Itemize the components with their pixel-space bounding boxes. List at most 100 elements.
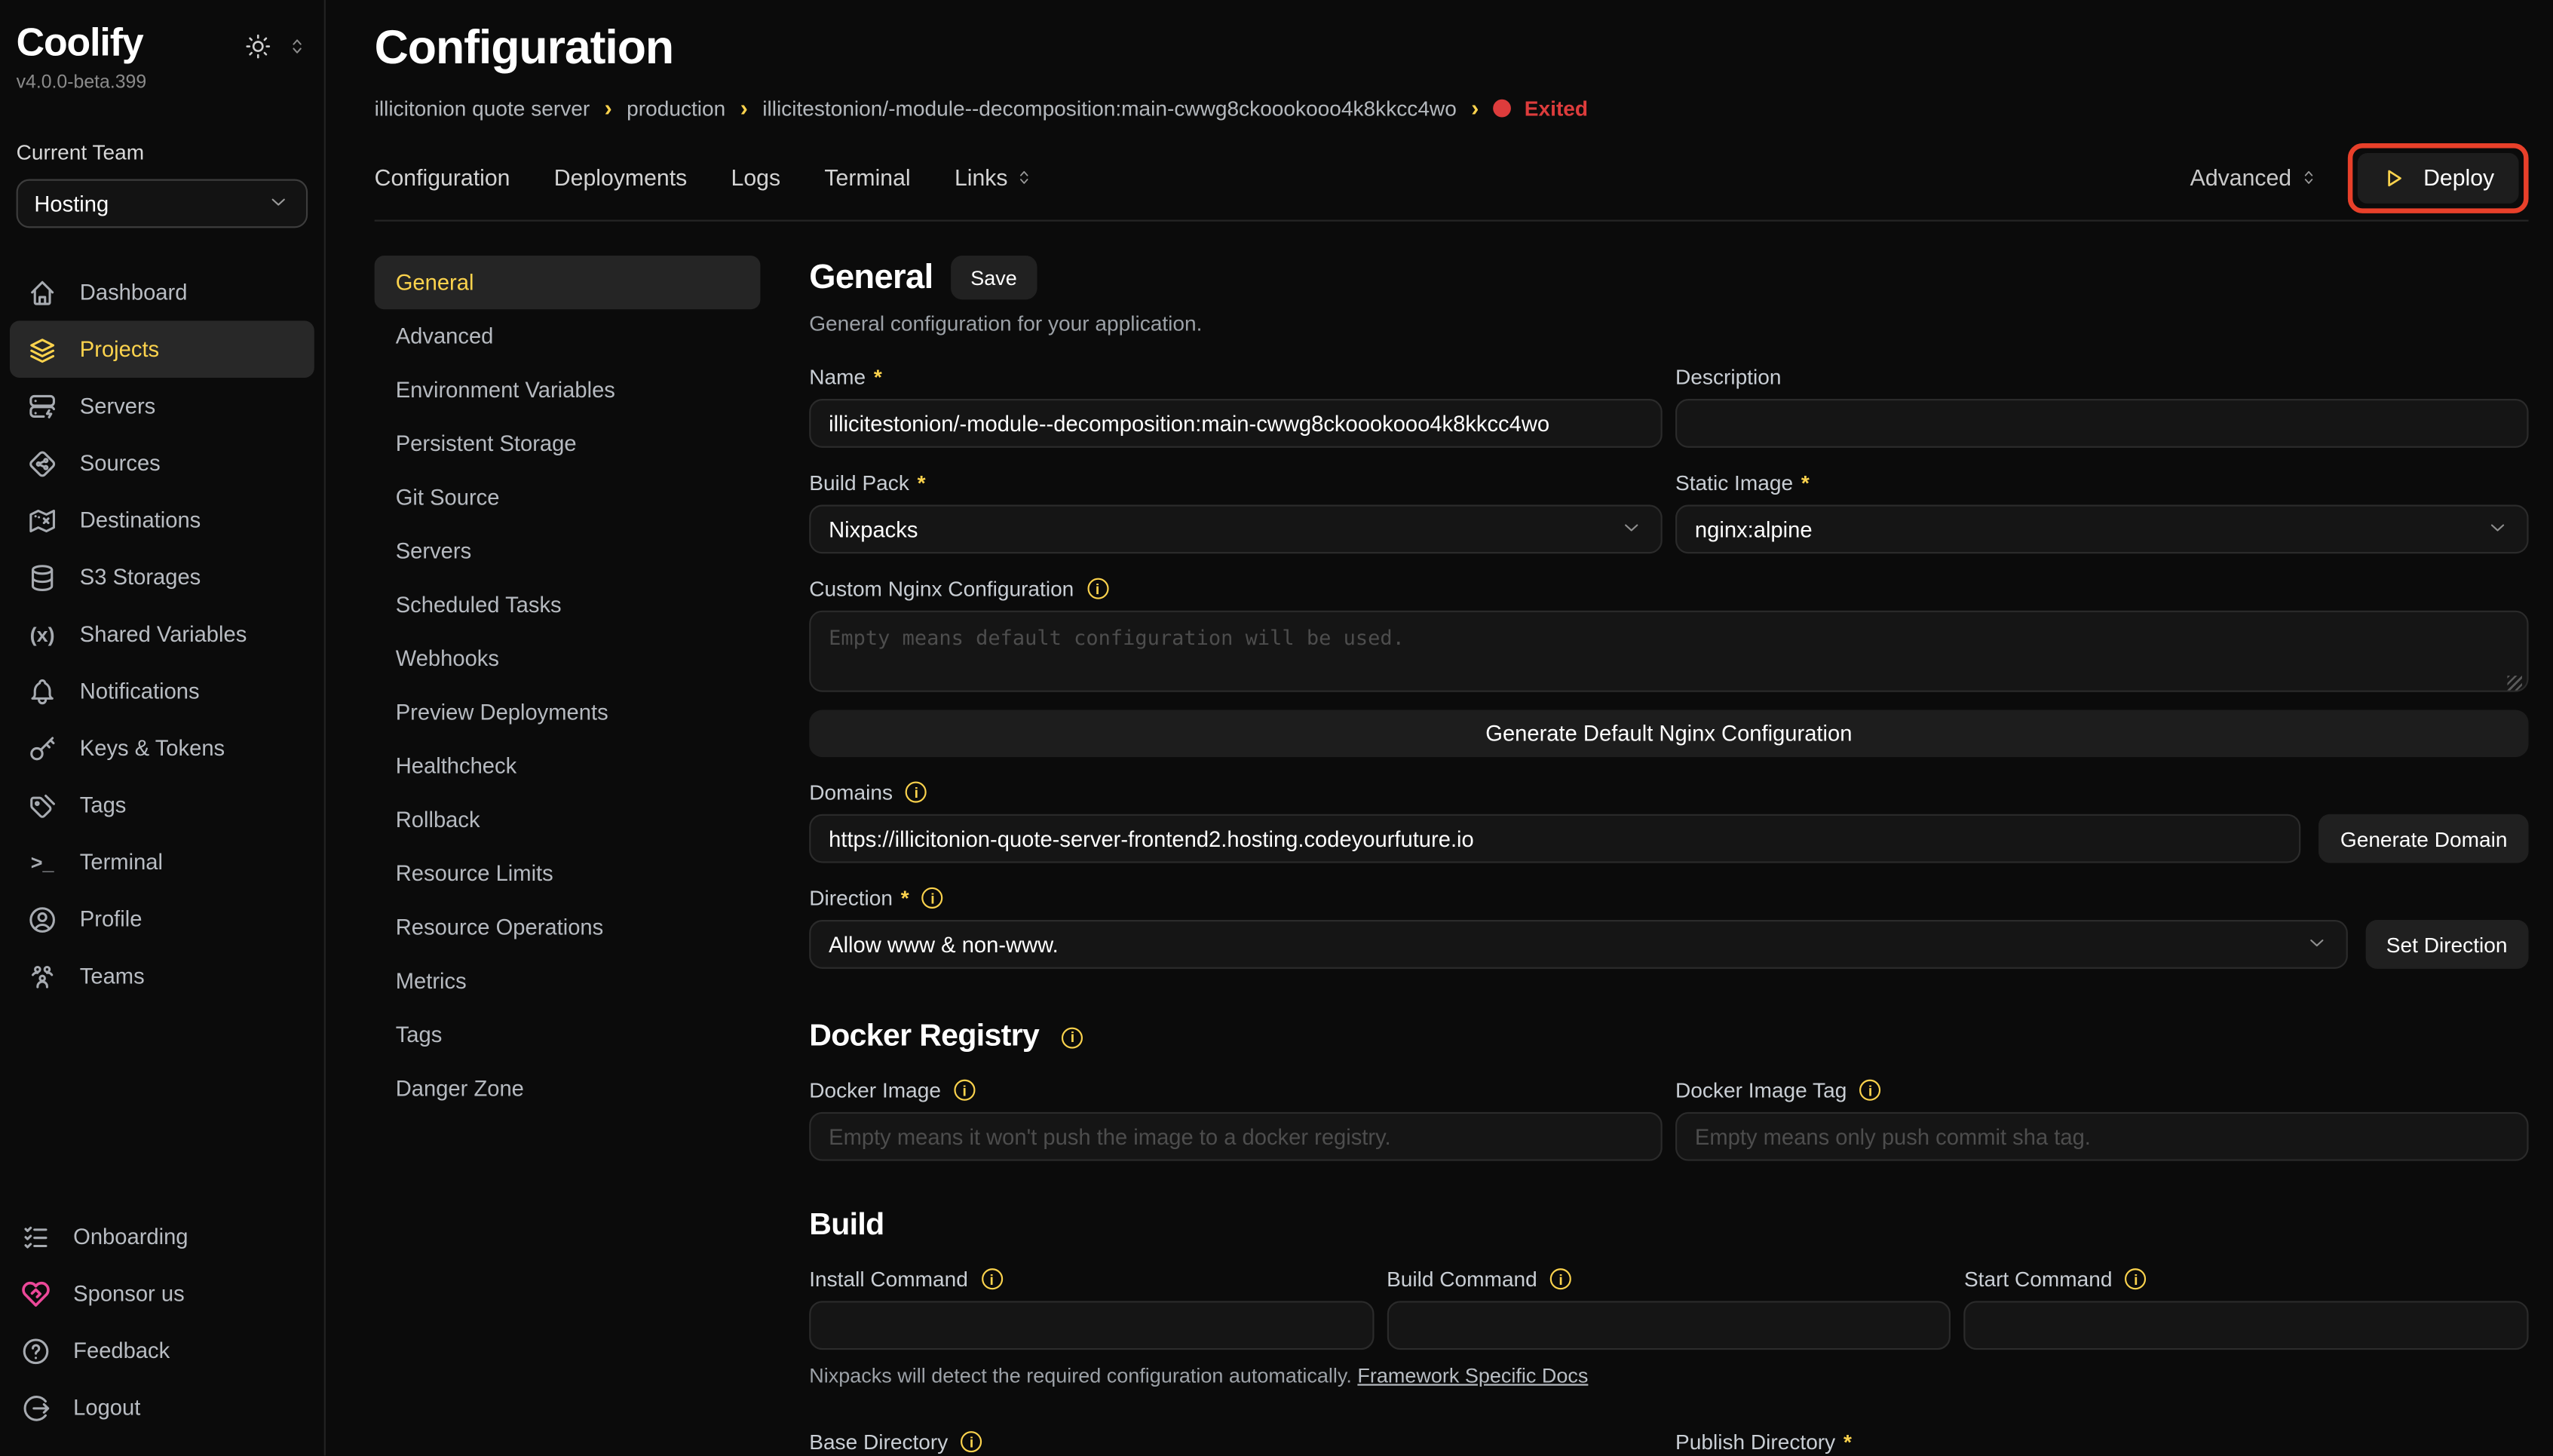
sidebar-item-servers[interactable]: Servers — [10, 378, 314, 435]
submenu-item-resource-limits[interactable]: Resource Limits — [375, 847, 761, 900]
build-pack-select[interactable]: Nixpacks — [809, 504, 1663, 553]
sidebar-item-destinations[interactable]: Destinations — [10, 492, 314, 549]
tab-logs[interactable]: Logs — [731, 164, 781, 191]
build-command-input[interactable] — [1387, 1301, 1951, 1350]
theme-sun-icon[interactable] — [244, 32, 272, 69]
tab-deployments[interactable]: Deployments — [554, 164, 687, 191]
page-title: Configuration — [375, 23, 2529, 76]
start-command-label: Start Command i — [1964, 1267, 2529, 1291]
info-icon: i — [1062, 1027, 1083, 1048]
name-input[interactable] — [809, 399, 1663, 448]
base-directory-label: Base Directory i — [809, 1430, 1663, 1454]
current-team-label: Current Team — [17, 140, 308, 164]
advanced-dropdown[interactable]: Advanced — [2190, 164, 2319, 191]
submenu-item-rollback[interactable]: Rollback — [375, 793, 761, 847]
user-circle-icon — [26, 903, 59, 935]
status-dot-icon — [1494, 99, 1512, 117]
direction-select[interactable]: Allow www & non-www. — [809, 920, 2347, 969]
sidebar-item-terminal[interactable]: >_ Terminal — [10, 834, 314, 891]
set-direction-button[interactable]: Set Direction — [2365, 920, 2529, 969]
submenu-item-persistent-storage[interactable]: Persistent Storage — [375, 417, 761, 471]
terminal-icon: >_ — [26, 851, 59, 873]
submenu-item-webhooks[interactable]: Webhooks — [375, 632, 761, 685]
chevron-right-icon: › — [740, 94, 748, 121]
submenu-item-advanced[interactable]: Advanced — [375, 309, 761, 363]
docker-image-input[interactable] — [809, 1112, 1663, 1161]
domains-label: Domains i — [809, 780, 2528, 804]
breadcrumb-project[interactable]: illicitonion quote server — [375, 95, 590, 119]
direction-label: Direction* i — [809, 886, 2528, 910]
sidebar-item-sponsor-us[interactable]: Sponsor us — [3, 1265, 320, 1323]
framework-docs-link[interactable]: Framework Specific Docs — [1357, 1365, 1588, 1387]
description-input[interactable] — [1675, 399, 2529, 448]
sidebar-item-s3-storages[interactable]: S3 Storages — [10, 549, 314, 606]
submenu-item-healthcheck[interactable]: Healthcheck — [375, 739, 761, 792]
info-icon: i — [1550, 1268, 1571, 1289]
save-button[interactable]: Save — [951, 256, 1036, 299]
breadcrumb-environment[interactable]: production — [627, 95, 725, 119]
stack-icon — [26, 333, 59, 366]
sidebar-item-onboarding[interactable]: Onboarding — [3, 1208, 320, 1265]
generate-nginx-button[interactable]: Generate Default Nginx Configuration — [809, 710, 2528, 757]
theme-selector-icon[interactable] — [287, 36, 308, 66]
git-icon — [26, 447, 59, 480]
checklist-icon — [20, 1220, 52, 1252]
selector-icon — [1014, 167, 1034, 187]
submenu-item-preview-deployments[interactable]: Preview Deployments — [375, 685, 761, 739]
sidebar-item-tags[interactable]: Tags — [10, 777, 314, 834]
help-icon — [20, 1335, 52, 1367]
variables-icon: (x) — [26, 623, 59, 645]
tab-links[interactable]: Links — [955, 164, 1034, 191]
nixpacks-note: Nixpacks will detect the required config… — [809, 1365, 2528, 1387]
sidebar-item-dashboard[interactable]: Dashboard — [10, 264, 314, 321]
section-title-build: Build — [809, 1208, 884, 1244]
resize-grip-icon[interactable] — [2507, 676, 2521, 690]
info-icon: i — [2125, 1268, 2147, 1289]
submenu-item-tags[interactable]: Tags — [375, 1008, 761, 1062]
description-label: Description — [1675, 365, 2529, 389]
docker-image-tag-input[interactable] — [1675, 1112, 2529, 1161]
section-subtitle: General configuration for your applicati… — [809, 311, 2528, 335]
section-title-general: General — [809, 258, 933, 297]
submenu-item-git-source[interactable]: Git Source — [375, 471, 761, 524]
status-label: Exited — [1525, 95, 1588, 119]
map-icon — [26, 504, 59, 536]
sidebar-item-notifications[interactable]: Notifications — [10, 663, 314, 720]
submenu-item-general[interactable]: General — [375, 256, 761, 309]
submenu-item-danger-zone[interactable]: Danger Zone — [375, 1062, 761, 1115]
sidebar-item-profile[interactable]: Profile — [10, 890, 314, 948]
users-icon — [26, 960, 59, 992]
sidebar-item-teams[interactable]: Teams — [10, 948, 314, 1005]
app-logo[interactable]: Coolify — [17, 21, 143, 66]
generate-domain-button[interactable]: Generate Domain — [2319, 814, 2529, 863]
sidebar-item-projects[interactable]: Projects — [10, 320, 314, 378]
tab-terminal[interactable]: Terminal — [824, 164, 910, 191]
submenu-item-scheduled-tasks[interactable]: Scheduled Tasks — [375, 578, 761, 632]
tab-configuration[interactable]: Configuration — [375, 164, 510, 191]
sidebar-item-sources[interactable]: Sources — [10, 435, 314, 492]
coolify-app: Coolify v4.0.0-beta.399 Current Team Hos… — [0, 0, 2553, 1456]
submenu-item-environment-variables[interactable]: Environment Variables — [375, 363, 761, 417]
submenu-item-servers[interactable]: Servers — [375, 524, 761, 578]
deploy-button[interactable]: Deploy — [2358, 152, 2519, 203]
submenu-item-resource-operations[interactable]: Resource Operations — [375, 900, 761, 954]
team-select[interactable]: Hosting — [17, 179, 308, 228]
start-command-input[interactable] — [1964, 1301, 2529, 1350]
static-image-select[interactable]: nginx:alpine — [1675, 504, 2529, 553]
status-badge: Exited — [1494, 95, 1588, 119]
sidebar-item-keys-tokens[interactable]: Keys & Tokens — [10, 719, 314, 777]
info-icon: i — [922, 887, 943, 909]
sidebar-item-feedback[interactable]: Feedback — [3, 1322, 320, 1379]
install-command-input[interactable] — [809, 1301, 1374, 1350]
sidebar-item-shared-variables[interactable]: (x) Shared Variables — [10, 605, 314, 663]
install-command-label: Install Command i — [809, 1267, 1374, 1291]
domains-input[interactable] — [809, 814, 2301, 863]
logout-icon — [20, 1391, 52, 1424]
submenu-item-metrics[interactable]: Metrics — [375, 954, 761, 1007]
custom-nginx-textarea[interactable] — [809, 611, 2528, 692]
team-select-value: Hosting — [34, 192, 109, 216]
docker-image-tag-label: Docker Image Tag i — [1675, 1078, 2529, 1102]
sidebar-item-logout[interactable]: Logout — [3, 1379, 320, 1436]
build-pack-label: Build Pack* — [809, 471, 1663, 495]
breadcrumb-application[interactable]: illicitestonion/-module--decomposition:m… — [762, 95, 1457, 119]
